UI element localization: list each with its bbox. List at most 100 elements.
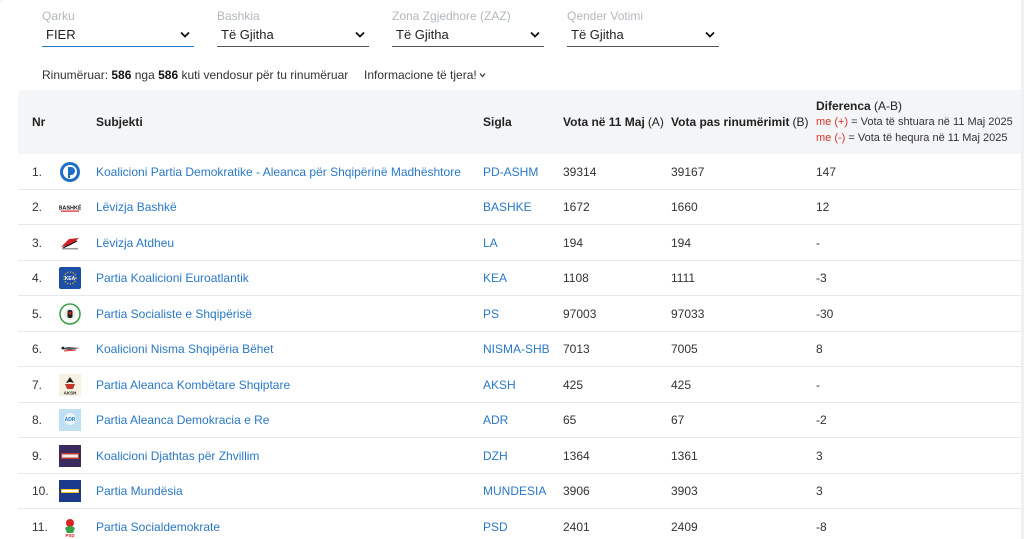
party-sigla: DZH bbox=[483, 448, 508, 463]
filter-zaz: Zona Zgjedhore (ZAZ) Të Gjitha bbox=[392, 9, 544, 47]
filter-zaz-select[interactable]: Të Gjitha bbox=[392, 25, 544, 47]
row-nr: 5. bbox=[32, 306, 43, 321]
votes-diff: 3 bbox=[816, 484, 823, 498]
chevron-down-icon bbox=[355, 31, 365, 38]
svg-text:AKSH: AKSH bbox=[64, 390, 77, 395]
party-sigla: KEA bbox=[483, 271, 508, 285]
party-link[interactable]: Koalicioni Nisma Shqipëria Bëhet bbox=[96, 332, 273, 367]
filter-qender-votimi-select[interactable]: Të Gjitha bbox=[567, 25, 719, 47]
header-vota-b: Vota pas rinumërimit (B) bbox=[671, 90, 808, 154]
votes-b: 1660 bbox=[671, 200, 698, 214]
votes-b: 1111 bbox=[671, 271, 696, 285]
adr-logo-icon: ADR bbox=[58, 403, 82, 438]
filter-qarku-label: Qarku bbox=[42, 9, 75, 23]
party-sigla: PS bbox=[483, 306, 500, 321]
filter-bashkia-value: Të Gjitha bbox=[221, 27, 274, 42]
party-link[interactable]: Partia Aleanca Demokracia e Re bbox=[96, 403, 269, 438]
table-row: 6. Koalicioni Nisma Shqipëria Bëhet NISM… bbox=[18, 331, 1024, 367]
table-row: 2. BASHKË Lëvizja Bashkë BASHKE 1672 166… bbox=[18, 189, 1024, 225]
votes-b: 425 bbox=[671, 377, 692, 392]
votes-diff: -8 bbox=[816, 519, 827, 534]
chevron-down-icon bbox=[479, 73, 486, 78]
filter-qender-votimi-value: Të Gjitha bbox=[571, 27, 624, 42]
votes-b: 67 bbox=[671, 413, 685, 427]
filter-qarku-select[interactable]: FIER bbox=[42, 25, 194, 47]
mundesia-logo-icon bbox=[58, 474, 82, 509]
filter-bashkia: Bashkia Të Gjitha bbox=[217, 9, 369, 47]
header-vota-b-label: Vota pas rinumërimit bbox=[671, 115, 790, 129]
row-nr: 11. bbox=[32, 519, 48, 534]
table-row: 1. Koalicioni Partia Demokratike - Alean… bbox=[18, 154, 1024, 190]
nisma-logo-icon bbox=[58, 332, 82, 367]
row-nr: 10. bbox=[32, 484, 49, 498]
votes-b: 1361 bbox=[671, 448, 698, 463]
recount-summary: Rinumëruar: 586 nga 586 kuti vendosur pë… bbox=[42, 68, 348, 82]
row-nr: 3. bbox=[32, 235, 43, 250]
row-nr: 2. bbox=[32, 200, 43, 214]
votes-diff: - bbox=[816, 377, 820, 392]
header-diff-minus-text: = Vota të hequra në 11 Maj 2025 bbox=[848, 132, 1008, 144]
aksh-logo-icon: AKSH bbox=[58, 367, 82, 402]
filter-qarku-value: FIER bbox=[46, 27, 76, 42]
chevron-down-icon bbox=[705, 31, 715, 38]
more-info-toggle[interactable]: Informacione të tjera! bbox=[364, 68, 486, 82]
filter-bashkia-select[interactable]: Të Gjitha bbox=[217, 25, 369, 47]
party-sigla: AKSH bbox=[483, 377, 516, 392]
header-nr: Nr bbox=[32, 115, 46, 129]
party-link[interactable]: Koalicioni Djathtas për Zhvillim bbox=[96, 438, 259, 473]
header-vota-a: Vota në 11 Maj (A) bbox=[563, 90, 664, 154]
party-link[interactable]: Lëvizja Bashkë bbox=[96, 190, 177, 225]
party-link[interactable]: Koalicioni Partia Demokratike - Aleanca … bbox=[96, 154, 461, 189]
votes-b: 39167 bbox=[671, 164, 705, 179]
header-sigla: Sigla bbox=[483, 115, 512, 129]
header-diff-minus-prefix: me (-) bbox=[816, 132, 846, 144]
header-diff-plus-prefix: me (+) bbox=[816, 116, 849, 128]
summary-total: 586 bbox=[158, 68, 179, 82]
header-vota-a-sub: (A) bbox=[647, 115, 664, 129]
row-nr: 7. bbox=[32, 377, 43, 392]
pd-logo-icon bbox=[58, 154, 82, 189]
party-sigla: LA bbox=[483, 235, 498, 250]
more-info-label: Informacione të tjera! bbox=[364, 68, 477, 82]
results-card: Qarku FIER Bashkia Të Gjitha Zona Zgjedh… bbox=[0, 0, 1024, 539]
filter-zaz-label: Zona Zgjedhore (ZAZ) bbox=[392, 9, 511, 23]
header-diff-label: Diferenca bbox=[816, 99, 871, 113]
psd-logo-icon: PSD bbox=[58, 509, 82, 539]
row-nr: 8. bbox=[32, 413, 43, 427]
party-sigla: ADR bbox=[483, 413, 509, 427]
votes-diff: -30 bbox=[816, 306, 834, 321]
votes-a: 97003 bbox=[563, 306, 597, 321]
header-vota-b-sub: (B) bbox=[792, 115, 809, 129]
table-row: 10. Partia Mundësia MUNDESIA 3906 3903 3 bbox=[18, 473, 1024, 509]
votes-a: 3906 bbox=[563, 484, 590, 498]
votes-a: 65 bbox=[563, 413, 577, 427]
table-header: Nr Subjekti Sigla Vota në 11 Maj (A) Vota… bbox=[18, 90, 1024, 154]
party-link[interactable]: Partia Mundësia bbox=[96, 474, 183, 509]
votes-b: 7005 bbox=[671, 342, 698, 356]
filter-qender-votimi-label: Qender Votimi bbox=[567, 9, 644, 23]
votes-b: 194 bbox=[671, 235, 692, 250]
party-sigla: NISMA-SHB bbox=[483, 342, 550, 356]
party-link[interactable]: Lëvizja Atdheu bbox=[96, 225, 174, 260]
results-table: Nr Subjekti Sigla Vota në 11 Maj (A) Vota… bbox=[18, 90, 1024, 539]
la-logo-icon bbox=[58, 225, 82, 260]
ps-logo-icon bbox=[58, 296, 82, 331]
chevron-down-icon bbox=[530, 31, 540, 38]
summary-middle: nga bbox=[134, 68, 155, 82]
dzh-logo-icon bbox=[58, 438, 82, 473]
votes-b: 97033 bbox=[671, 306, 705, 321]
party-link[interactable]: Partia Socialiste e Shqipërisë bbox=[96, 296, 252, 331]
party-sigla: PD-ASHM bbox=[483, 164, 539, 179]
kea-logo-icon: KEA bbox=[58, 261, 82, 296]
party-link[interactable]: Partia Aleanca Kombëtare Shqiptare bbox=[96, 367, 290, 402]
header-diferenca: Diferenca (A-B) me (+) = Vota të shtuara… bbox=[816, 98, 1013, 146]
table-body: 1. Koalicioni Partia Demokratike - Alean… bbox=[18, 154, 1024, 539]
table-row: 9. Koalicioni Djathtas për Zhvillim DZH … bbox=[18, 438, 1024, 474]
table-row: 3. Lëvizja Atdheu LA 194 194 - bbox=[18, 225, 1024, 261]
votes-a: 425 bbox=[563, 377, 584, 392]
header-diff-sub: (A-B) bbox=[874, 99, 903, 113]
party-link[interactable]: Partia Koalicioni Euroatlantik bbox=[96, 261, 249, 296]
votes-b: 2409 bbox=[671, 519, 698, 534]
votes-diff: 8 bbox=[816, 342, 823, 356]
party-link[interactable]: Partia Socialdemokrate bbox=[96, 509, 220, 539]
